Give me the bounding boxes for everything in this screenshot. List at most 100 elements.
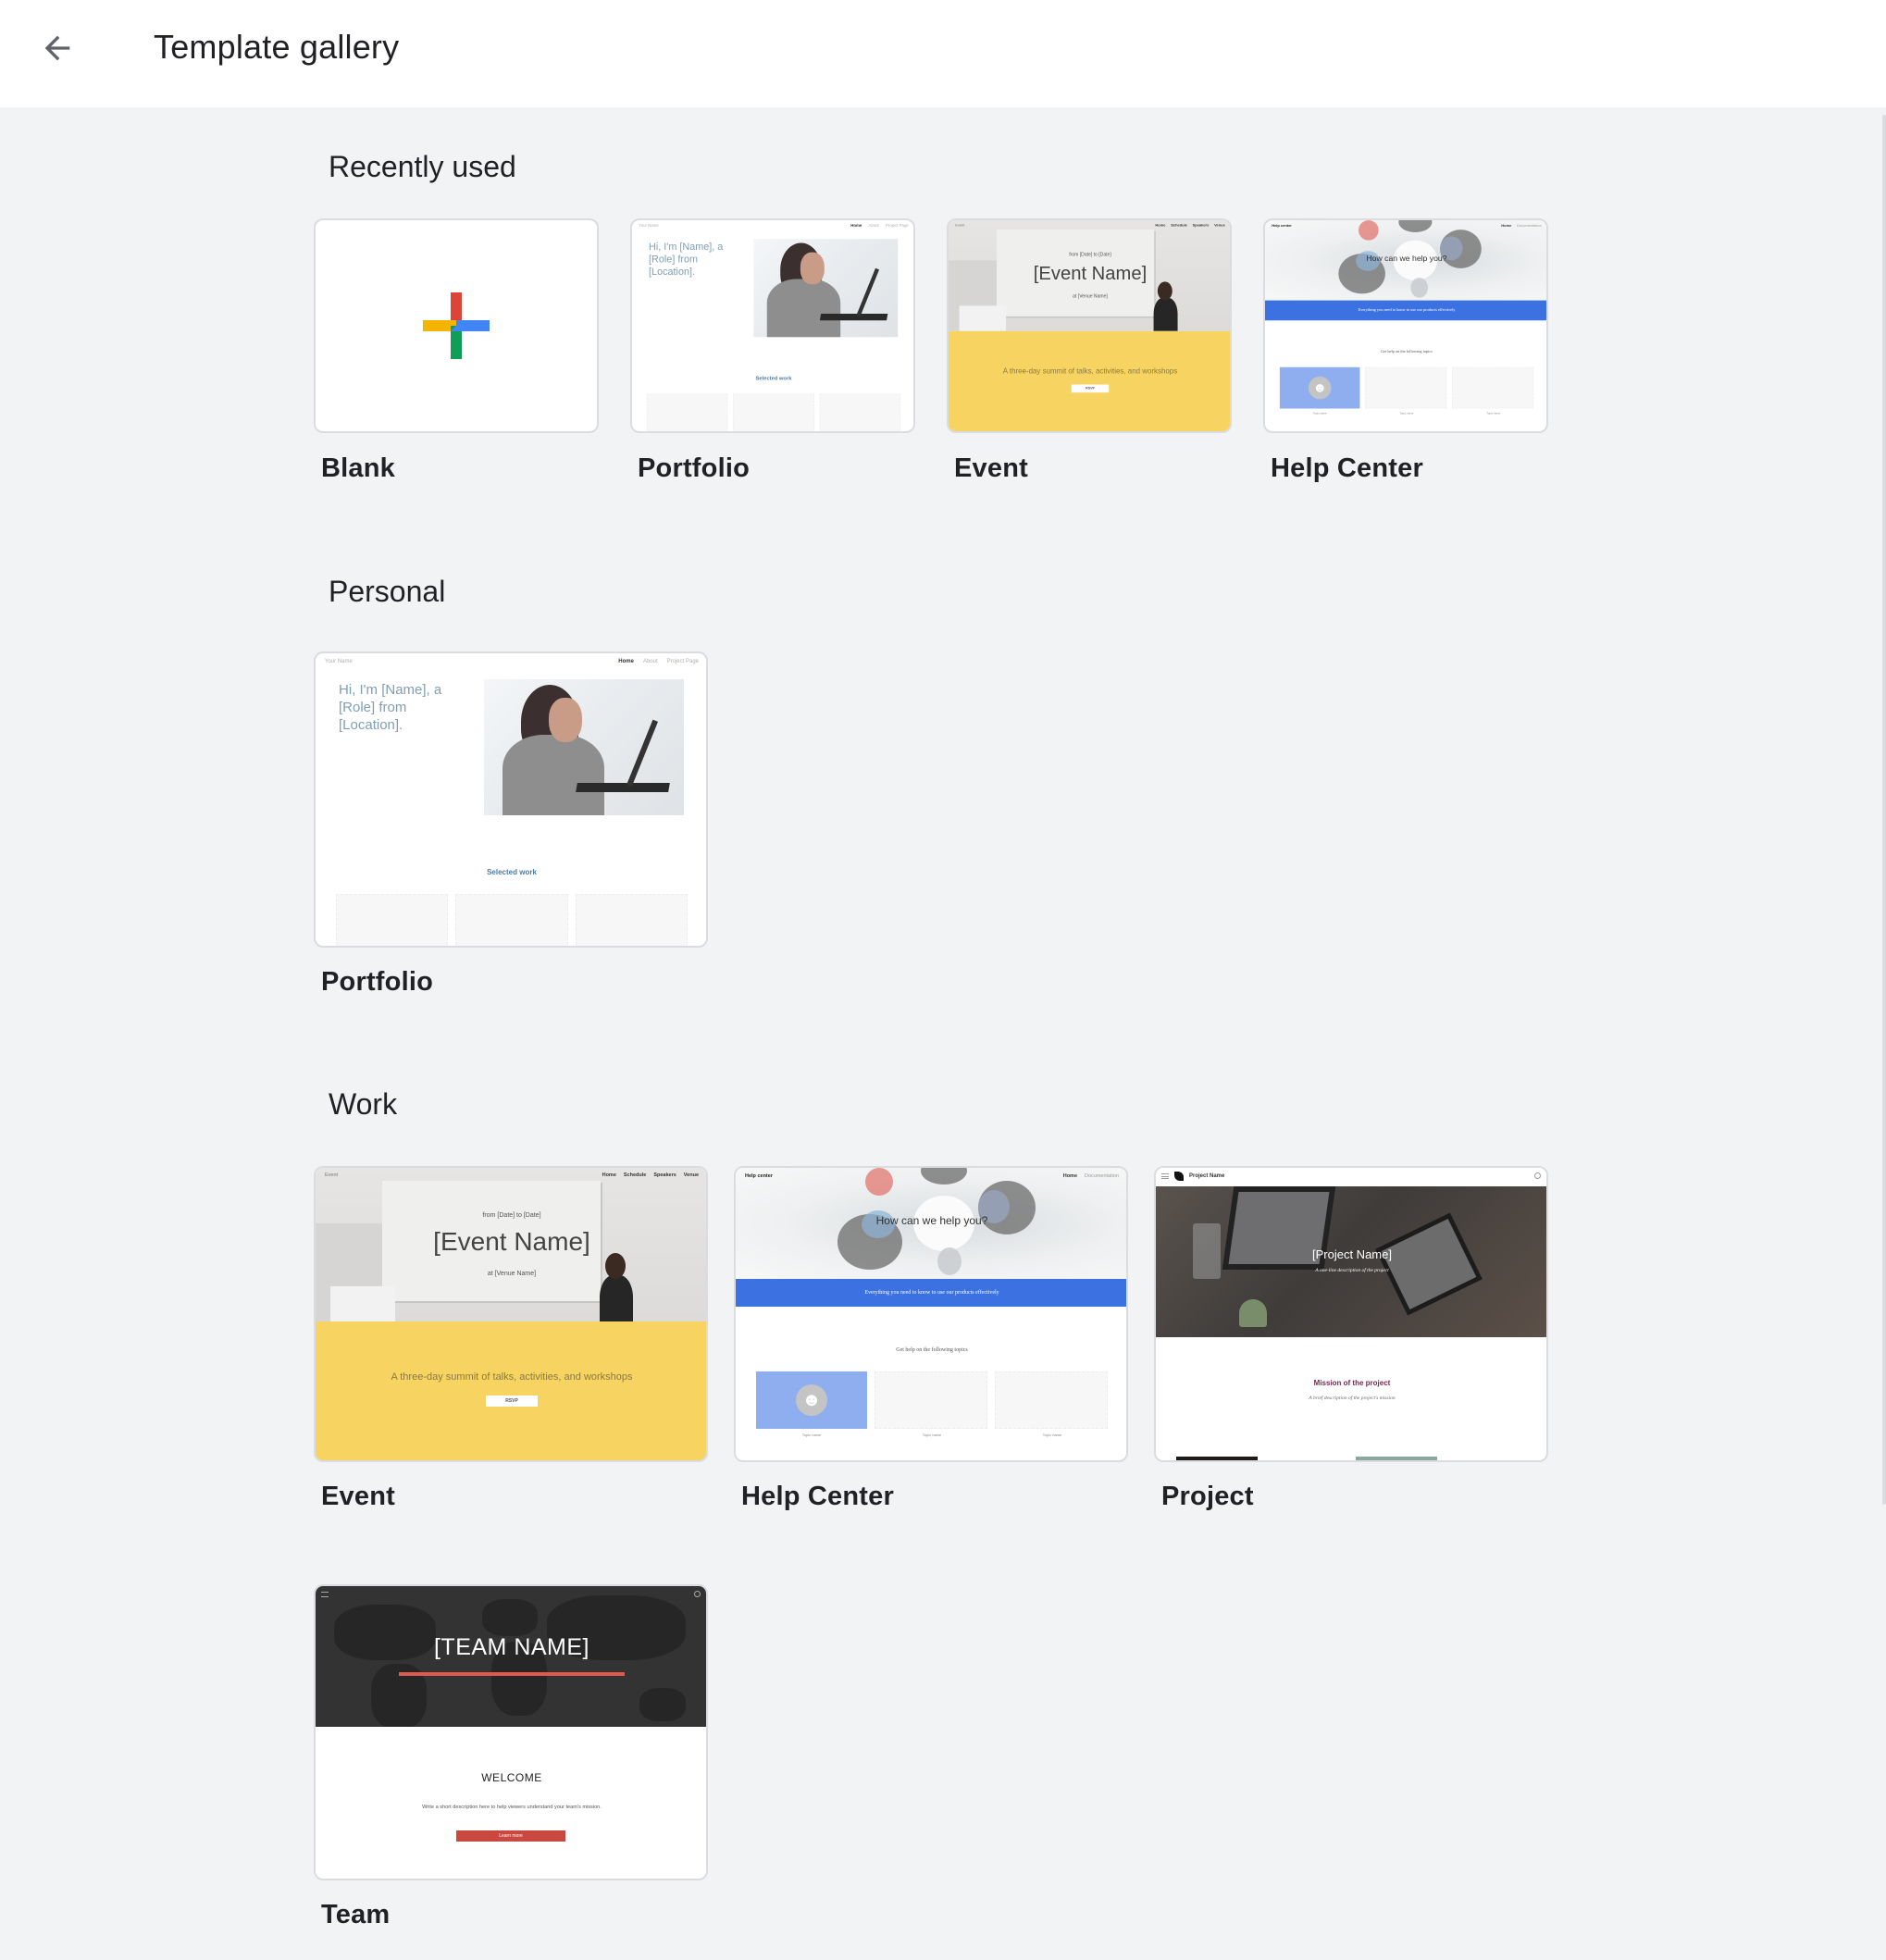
preview-nav-link: Home — [850, 224, 862, 229]
preview-nav-link: Home — [1062, 1173, 1077, 1179]
preview-hero: [Project Name] A one-line description of… — [1156, 1186, 1546, 1337]
preview-nav-link: Speakers — [653, 1172, 676, 1178]
template-card-portfolio[interactable]: Your Name Home About Project Page Hi, I'm … — [314, 651, 708, 948]
template-label-team: Team — [321, 1900, 391, 1929]
search-icon — [694, 1591, 701, 1597]
template-label-event: Event — [954, 453, 1028, 483]
template-label-project: Project — [1161, 1482, 1254, 1511]
preview-nav: Your Name Home About Project Page — [316, 653, 706, 672]
search-icon — [1534, 1172, 1541, 1179]
preview-tagline-band: A three-day summit of talks, activities,… — [316, 1321, 706, 1460]
scrollbar-thumb[interactable] — [1882, 115, 1886, 1505]
preview-hero: Help center Home Documentation How can we … — [736, 1168, 1126, 1279]
preview-question: How can we help you? — [1366, 254, 1447, 264]
preview-nav-link: Home — [1155, 223, 1166, 228]
preview-photo — [484, 679, 684, 815]
preview-description: Write a short description here to help v… — [422, 1805, 602, 1810]
preview-venue: at [Venue Name] — [487, 1271, 537, 1277]
menu-icon — [321, 1592, 329, 1597]
preview-tiles — [336, 894, 688, 946]
preview-section-title: Selected work — [755, 375, 792, 381]
event-preview: Event Home Schedule Speakers Venue from [Dat… — [316, 1168, 706, 1460]
preview-topic-caption: Topic name — [1312, 411, 1327, 416]
leaf-logo-icon — [1174, 1172, 1184, 1181]
preview-dates: from [Date] to [Date] — [1069, 252, 1111, 257]
preview-hero: [TEAM NAME] — [316, 1586, 706, 1727]
preview-nav: Project Name — [1156, 1168, 1546, 1186]
preview-nav-link: About — [868, 224, 879, 229]
preview-brand: Event — [955, 223, 965, 228]
preview-nav-link: Schedule — [1171, 223, 1187, 228]
template-card-help-center[interactable]: Help center Home Documentation How can we … — [734, 1166, 1128, 1462]
arrow-back-icon — [44, 35, 70, 61]
preview-topic-caption: Topic name — [1042, 1433, 1062, 1437]
preview-nav-link: Documentation — [1085, 1173, 1119, 1179]
accessibility-icon: ☻ — [1308, 376, 1332, 400]
preview-event-name: [Event Name] — [1033, 263, 1148, 284]
event-preview: Event Home Schedule Speakers Venue from [Dat… — [949, 220, 1230, 431]
help-center-preview: Help center Home Documentation How can we … — [736, 1168, 1126, 1460]
template-card-project[interactable]: Project Name [Project Name] A one-line d… — [1154, 1166, 1548, 1462]
scrollbar[interactable] — [1880, 107, 1886, 1960]
plus-icon — [423, 292, 490, 359]
preview-nav-link: Project Page — [666, 659, 699, 664]
template-label-help-center: Help Center — [1271, 453, 1423, 483]
preview-learn-more-button: Learn more — [456, 1830, 565, 1842]
template-card-blank[interactable] — [314, 218, 599, 433]
section-title-work: Work — [329, 1087, 398, 1121]
preview-topics-heading: Get help on the following topics — [896, 1347, 968, 1353]
preview-nav-link: Home — [618, 659, 634, 664]
back-button[interactable] — [31, 22, 83, 74]
portfolio-preview: Your Name Home About Project Page Hi, I'm … — [316, 653, 706, 946]
preview-section-title: Selected work — [487, 868, 537, 876]
template-card-team[interactable]: [TEAM NAME] WELCOME Write a short descri… — [314, 1584, 708, 1880]
preview-event-name: [Event Name] — [433, 1227, 590, 1256]
preview-hero: Event Home Schedule Speakers Venue from [Dat… — [316, 1168, 706, 1321]
preview-nav-link: Home — [602, 1172, 616, 1178]
preview-nav-link: About — [642, 659, 658, 664]
preview-project-title: [Project Name] — [1312, 1247, 1392, 1261]
preview-venue: at [Venue Name] — [1073, 294, 1108, 300]
preview-dates: from [Date] to [Date] — [482, 1212, 541, 1219]
preview-nav-link: Home — [1501, 224, 1512, 229]
project-preview: Project Name [Project Name] A one-line d… — [1156, 1168, 1546, 1460]
preview-question: How can we help you? — [875, 1214, 988, 1227]
preview-brand: Event — [325, 1172, 339, 1178]
preview-tagline: A three-day summit of talks, activities,… — [391, 1371, 633, 1383]
preview-brand: Your Name — [325, 659, 353, 664]
preview-tiles — [646, 393, 901, 431]
preview-welcome: WELCOME — [481, 1771, 542, 1784]
preview-hero: Help center Home Documentation How can we … — [1265, 220, 1546, 301]
preview-topic-caption: Topic name — [801, 1433, 822, 1437]
template-label-portfolio: Portfolio — [638, 453, 751, 483]
preview-brand: Project Name — [1189, 1173, 1225, 1179]
preview-mission-title: Mission of the project — [1313, 1379, 1391, 1387]
accessibility-icon: ☻ — [796, 1384, 827, 1416]
preview-nav-link: Documentation — [1517, 224, 1542, 229]
preview-topic-tiles: ☻ — [756, 1371, 1108, 1429]
portfolio-preview: Your Name Home About Project Page Hi, I'm … — [632, 220, 913, 431]
preview-band: Everything you need to know to use our p… — [736, 1279, 1126, 1307]
preview-project-subtitle: A one-line description of the project — [1315, 1268, 1389, 1273]
menu-icon — [1161, 1173, 1169, 1179]
preview-brand: Help center — [745, 1173, 773, 1179]
template-card-event[interactable]: Event Home Schedule Speakers Venue from [Dat… — [314, 1166, 708, 1462]
preview-topic-caption: Topic name — [1486, 411, 1501, 416]
preview-nav-link: Venue — [1214, 223, 1225, 228]
top-app-bar: Template gallery — [0, 0, 1886, 107]
page-title: Template gallery — [154, 28, 400, 66]
preview-photo — [753, 239, 899, 338]
template-card-event-recent[interactable]: Event Home Schedule Speakers Venue from [Dat… — [947, 218, 1232, 433]
preview-nav: Your Name Home About Project Page — [632, 220, 913, 233]
preview-team-name: [TEAM NAME] — [433, 1634, 589, 1660]
template-card-help-center-recent[interactable]: Help center Home Documentation How can we … — [1263, 218, 1548, 433]
template-label-blank: Blank — [321, 453, 395, 483]
section-title-personal: Personal — [329, 575, 446, 608]
section-title-recently-used: Recently used — [329, 150, 516, 183]
preview-topics-heading: Get help on the following topics — [1381, 350, 1433, 354]
preview-headline: Hi, I'm [Name], a [Role] from [Location]… — [339, 682, 442, 733]
preview-hero: Event Home Schedule Speakers Venue from [Dat… — [949, 220, 1230, 331]
template-card-portfolio-recent[interactable]: Your Name Home About Project Page Hi, I'm … — [630, 218, 915, 433]
template-label-help-center: Help Center — [741, 1482, 894, 1511]
template-label-portfolio: Portfolio — [321, 967, 434, 997]
